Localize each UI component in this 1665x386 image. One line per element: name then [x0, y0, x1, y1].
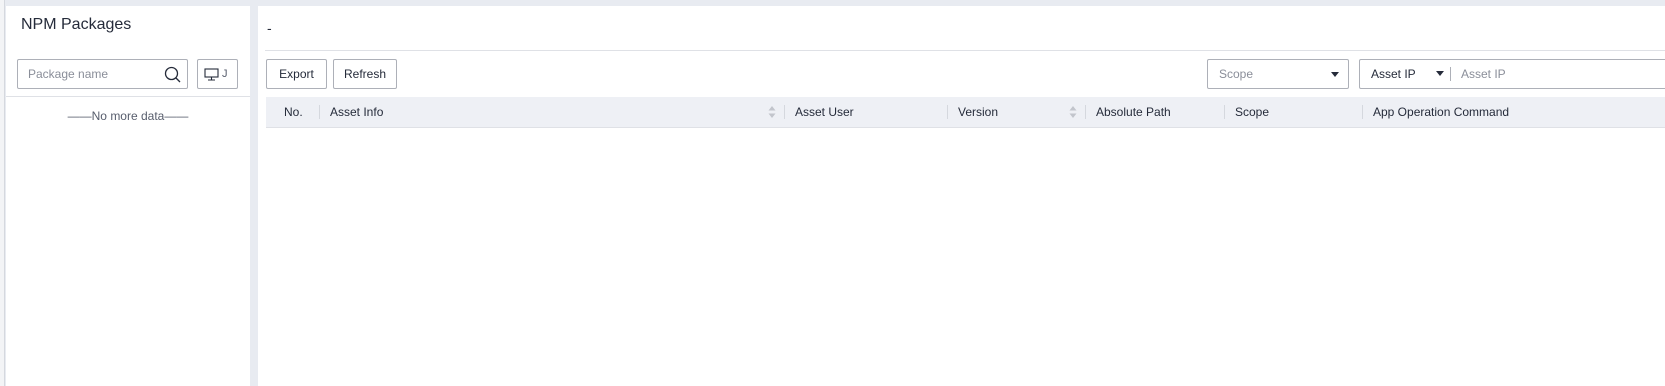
column-header-version[interactable]: Version [958, 97, 998, 127]
chevron-down-icon [1436, 71, 1444, 76]
sort-icon[interactable] [1069, 105, 1077, 119]
column-header-scope: Scope [1235, 105, 1270, 119]
column-divider [1085, 105, 1086, 119]
selected-package-title: - [267, 20, 272, 36]
package-details-panel: - Export Refresh Scope Asset IP No. Asse… [258, 6, 1665, 386]
package-search-box [17, 59, 188, 89]
column-divider [319, 105, 320, 119]
scope-select[interactable]: Scope [1207, 59, 1349, 89]
os-button-label: J [222, 68, 228, 80]
column-divider [947, 105, 948, 119]
os-filter-button[interactable]: J [197, 59, 238, 89]
export-button[interactable]: Export [266, 59, 327, 89]
app-window: NPM Packages J ——No more data—— - Export… [0, 0, 1665, 386]
asset-type-value: Asset IP [1371, 67, 1416, 81]
refresh-button[interactable]: Refresh [333, 59, 397, 89]
panel-title: NPM Packages [21, 16, 132, 33]
column-header-asset-user: Asset User [795, 105, 854, 119]
package-search-input[interactable] [28, 67, 158, 81]
asset-type-select[interactable]: Asset IP [1360, 60, 1450, 88]
table-header: No. Asset Info Asset User Version Absolu… [266, 97, 1665, 128]
monitor-icon [204, 67, 219, 81]
asset-filter: Asset IP [1359, 59, 1665, 89]
search-icon[interactable] [164, 66, 181, 83]
column-header-asset-info[interactable]: Asset Info [330, 97, 383, 127]
column-divider [784, 105, 785, 119]
asset-ip-input[interactable] [1461, 67, 1611, 81]
column-header-no: No. [284, 105, 303, 119]
chevron-down-icon [1331, 72, 1339, 77]
divider [6, 96, 250, 97]
package-list-panel: NPM Packages J ——No more data—— [6, 6, 250, 386]
scope-select-placeholder: Scope [1219, 67, 1254, 81]
column-header-absolute-path: Absolute Path [1096, 105, 1171, 119]
sort-icon[interactable] [768, 105, 776, 119]
column-divider [1224, 105, 1225, 119]
column-divider [1362, 105, 1363, 119]
divider [1450, 67, 1451, 81]
empty-list-text: ——No more data—— [67, 109, 189, 123]
left-edge-strip [0, 0, 5, 386]
column-header-app-operation-command: App Operation Command [1373, 105, 1510, 119]
divider [265, 50, 1665, 51]
